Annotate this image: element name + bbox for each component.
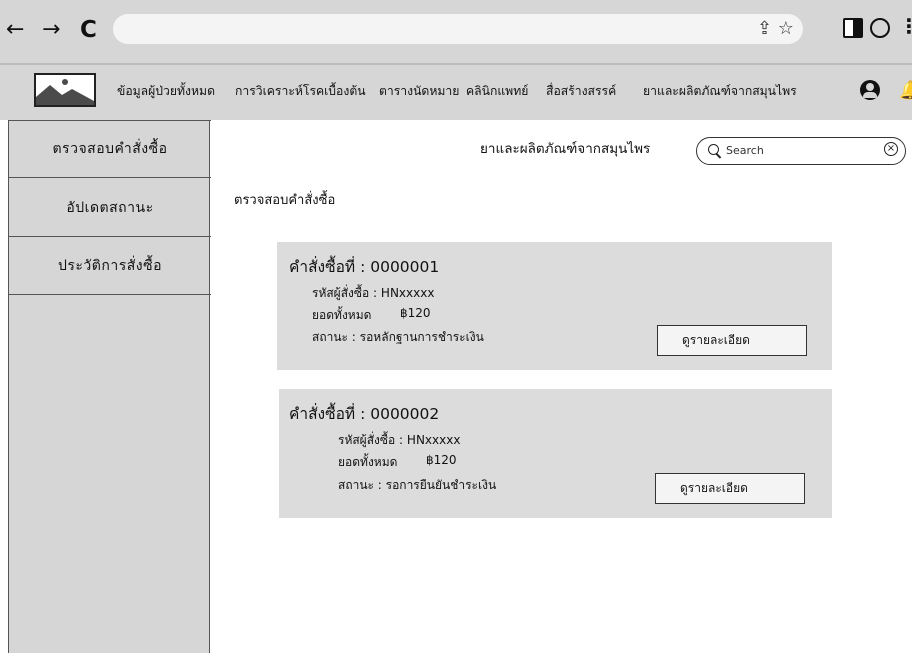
order-status: สถานะ : รอการยืนยันชำระเงิน bbox=[338, 478, 497, 492]
total-label: ยอดทั้งหมด bbox=[312, 308, 372, 322]
address-bar[interactable] bbox=[113, 14, 803, 44]
sidebar-item-label: ประวัติการสั่งซื้อ bbox=[57, 257, 163, 274]
browser-toolbar: ← → C ⇪ ☆ ⋮ bbox=[0, 0, 912, 65]
view-details-button[interactable]: ดูรายละเอียด bbox=[655, 473, 805, 504]
order-number: คำสั่งซื้อที่ : 0000002 bbox=[289, 405, 440, 423]
total-label: ยอดทั้งหมด bbox=[338, 455, 398, 469]
sidebar-item-label: ตรวจสอบคำสั่งซื้อ bbox=[52, 141, 168, 157]
page-title: ยาและผลิตภัณฑ์จากสมุนไพร bbox=[480, 141, 651, 157]
sidebar-item-label: อัปเดตสถานะ bbox=[66, 199, 154, 216]
order-card: คำสั่งซื้อที่ : 0000002 รหัสผู้สั่งซื้อ … bbox=[279, 389, 832, 518]
sidebar-item-order-history[interactable]: ประวัติการสั่งซื้อ bbox=[9, 237, 211, 295]
sidebar: ตรวจสอบคำสั่งซื้อ อัปเดตสถานะ ประวัติการ… bbox=[8, 120, 211, 653]
nav-clinic[interactable]: คลินิกแพทย์ bbox=[466, 82, 528, 101]
order-number: คำสั่งซื้อที่ : 0000001 bbox=[289, 258, 440, 276]
back-arrow-icon[interactable]: ← bbox=[6, 18, 24, 42]
logo-image-icon[interactable] bbox=[34, 73, 96, 107]
nav-all-patients[interactable]: ข้อมูลผู้ป่วยทั้งหมด bbox=[117, 82, 215, 101]
side-panel-icon[interactable] bbox=[843, 18, 863, 38]
customer-id: รหัสผู้สั่งซื้อ : HNxxxxx bbox=[312, 286, 435, 300]
user-icon[interactable] bbox=[860, 80, 880, 100]
reload-icon[interactable]: C bbox=[80, 18, 97, 42]
clear-search-icon[interactable]: × bbox=[884, 142, 898, 156]
profile-circle-icon[interactable] bbox=[870, 18, 890, 38]
section-title: ตรวจสอบคำสั่งซื้อ bbox=[234, 193, 336, 208]
nav-creative-media[interactable]: สื่อสร้างสรรค์ bbox=[546, 82, 616, 101]
total-value: ฿120 bbox=[426, 453, 457, 467]
view-details-button[interactable]: ดูรายละเอียด bbox=[657, 325, 807, 356]
search-input[interactable] bbox=[726, 141, 866, 159]
forward-arrow-icon[interactable]: → bbox=[42, 18, 60, 42]
nav-herbal-products[interactable]: ยาและผลิตภัณฑ์จากสมุนไพร bbox=[643, 82, 797, 101]
search-icon bbox=[708, 144, 719, 155]
share-bookmark-icons[interactable]: ⇪ ☆ bbox=[757, 18, 794, 39]
customer-id: รหัสผู้สั่งซื้อ : HNxxxxx bbox=[338, 433, 461, 447]
sidebar-item-update-status[interactable]: อัปเดตสถานะ bbox=[9, 179, 211, 237]
sidebar-item-check-orders[interactable]: ตรวจสอบคำสั่งซื้อ bbox=[9, 120, 211, 178]
nav-diagnosis[interactable]: การวิเคราะห์โรคเบื้องต้น bbox=[235, 82, 366, 101]
nav-appointments[interactable]: ตารางนัดหมาย bbox=[379, 82, 459, 101]
order-status: สถานะ : รอหลักฐานการชำระเงิน bbox=[312, 330, 484, 344]
more-menu-icon[interactable]: ⋮ bbox=[899, 14, 912, 38]
order-card: คำสั่งซื้อที่ : 0000001 รหัสผู้สั่งซื้อ … bbox=[277, 242, 832, 370]
total-value: ฿120 bbox=[400, 306, 431, 320]
bell-icon[interactable]: 🔔 bbox=[899, 80, 912, 101]
